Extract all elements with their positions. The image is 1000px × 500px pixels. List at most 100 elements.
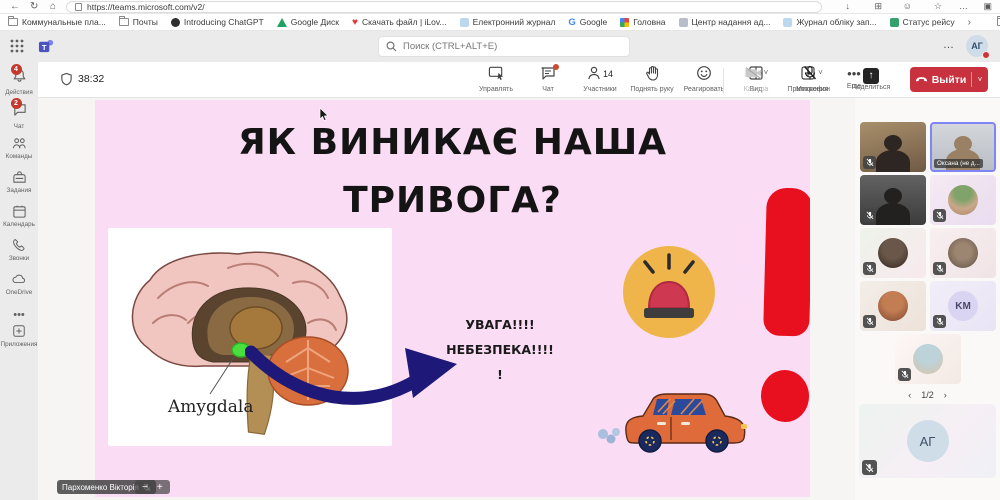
- download-icon[interactable]: ↓: [846, 0, 851, 13]
- sidebar-panel-icon[interactable]: ▣: [983, 0, 992, 13]
- mic-muted-icon: [862, 460, 877, 475]
- initials-avatar: АГ: [907, 420, 949, 462]
- bookmark-item[interactable]: Електронний журнал: [460, 17, 556, 27]
- camera-button[interactable]: ˅ Камера: [728, 65, 784, 93]
- bookmark-item[interactable]: GGoogle: [568, 17, 607, 27]
- sidebar-item-chat[interactable]: 2 Чат: [0, 102, 38, 130]
- bookmark-item[interactable]: Introducing ChatGPT: [171, 17, 264, 27]
- camera-chevron-icon[interactable]: ˅: [764, 68, 769, 77]
- slide-title: ЯК ВИНИКАЄ НАША ТРИВОГА?: [95, 114, 810, 230]
- mic-muted-icon: [863, 156, 876, 169]
- participant-avatar-tile[interactable]: KM: [930, 281, 996, 331]
- participant-avatar-tile[interactable]: [895, 334, 961, 384]
- search-container: [378, 36, 630, 57]
- participant-video-tile[interactable]: [860, 122, 926, 172]
- chat-bubble-icon: [540, 65, 556, 82]
- avatar: [948, 185, 978, 215]
- car-illustration: [595, 390, 755, 454]
- bookmark-item[interactable]: Журнал обліку зап...: [783, 17, 876, 27]
- meeting-timer: 38:32: [60, 72, 104, 86]
- bookmark-item[interactable]: ♥Скачать файл | iLov...: [352, 17, 447, 27]
- mic-chevron-icon[interactable]: ˅: [818, 68, 823, 77]
- sidebar-item-onedrive[interactable]: OneDrive: [0, 272, 38, 296]
- emblem-icon: [679, 18, 688, 27]
- zoom-controls: − +: [135, 480, 170, 494]
- sidebar-item-teams[interactable]: Команды: [0, 136, 38, 160]
- bookmark-item[interactable]: Google Диск: [277, 17, 339, 27]
- participant-video-tile-active-speaker[interactable]: Оксана (не д...: [930, 122, 996, 172]
- leave-button[interactable]: Выйти ˅: [910, 67, 988, 92]
- browser-toolbar: ← ↻ ⌂ https://teams.microsoft.com/v2/ ↓ …: [0, 0, 1000, 14]
- page-next-button[interactable]: ›: [944, 390, 947, 400]
- bookmarks-bar: Коммунальные пла... Почты Introducing Ch…: [0, 14, 1000, 31]
- sidebar-item-more[interactable]: •••: [0, 308, 38, 324]
- initials-avatar: KM: [948, 291, 978, 321]
- favorite-star-icon[interactable]: ☆: [934, 0, 942, 13]
- mic-muted-icon: [863, 315, 876, 328]
- participant-avatar-tile[interactable]: [930, 175, 996, 225]
- google-drive-icon: [277, 18, 287, 27]
- journal-icon: [460, 18, 469, 27]
- search-icon: [386, 41, 397, 52]
- sidebar-item-calendar[interactable]: Календарь: [0, 204, 38, 228]
- browser-home-icon[interactable]: ⌂: [50, 0, 56, 13]
- bookmark-item[interactable]: Статус рейсу: [890, 17, 955, 27]
- apps-plus-icon: [0, 324, 38, 340]
- zoom-in-button[interactable]: +: [157, 482, 163, 493]
- app-launcher-icon[interactable]: [10, 39, 24, 53]
- raise-hand-button[interactable]: Поднять руку: [626, 65, 678, 93]
- bookmark-item[interactable]: Почты: [119, 17, 158, 27]
- smiley-icon: [696, 65, 712, 82]
- avatar: [878, 291, 908, 321]
- flight-status-icon: [890, 18, 899, 27]
- browser-back-icon[interactable]: ←: [10, 0, 20, 13]
- more-icon: •••: [0, 308, 38, 324]
- sidebar-item-apps[interactable]: Приложения: [0, 324, 38, 348]
- bookmarks-overflow-icon[interactable]: ›: [968, 17, 971, 28]
- page-prev-button[interactable]: ‹: [908, 390, 911, 400]
- timer-value: 38:32: [78, 73, 104, 85]
- topbar-more-icon[interactable]: …: [943, 39, 954, 51]
- chatgpt-icon: [171, 18, 180, 27]
- avatar: [878, 238, 908, 268]
- sidebar-item-calls[interactable]: Звонки: [0, 238, 38, 262]
- heart-icon: ♥: [352, 18, 358, 27]
- profile-avatar[interactable]: АГ: [966, 35, 988, 57]
- presence-busy-dot: [982, 51, 990, 59]
- participant-video-tile[interactable]: [860, 175, 926, 225]
- self-video-tile[interactable]: АГ: [859, 404, 996, 478]
- url-text: https://teams.microsoft.com/v2/: [87, 2, 205, 12]
- leave-chevron-icon[interactable]: ˅: [972, 75, 988, 84]
- bookmark-item[interactable]: Головна: [620, 17, 665, 27]
- page-indicator: 1/2: [921, 390, 934, 400]
- teams-logo-icon: T: [38, 38, 55, 55]
- calendar-icon: [0, 204, 38, 220]
- mic-button[interactable]: ˅ Микрофон: [784, 65, 842, 93]
- feedback-icon[interactable]: ☺: [903, 0, 912, 13]
- camera-off-icon: [744, 65, 763, 82]
- sidebar-item-assignments[interactable]: Задания: [0, 170, 38, 194]
- participant-avatar-tile[interactable]: [930, 228, 996, 278]
- share-button[interactable]: ↑ Поделиться: [842, 65, 900, 91]
- sidebar-item-activity[interactable]: 4 Действия: [0, 68, 38, 96]
- split-screen-icon[interactable]: ⊞: [874, 0, 882, 13]
- search-input[interactable]: [378, 36, 630, 57]
- grid-icon: [620, 18, 629, 27]
- mic-muted-icon: [933, 209, 946, 222]
- svg-text:T: T: [42, 43, 47, 52]
- chat-button[interactable]: Чат: [522, 65, 574, 93]
- bookmark-item[interactable]: Центр надання ад...: [679, 17, 771, 27]
- raise-hand-icon: [645, 65, 660, 82]
- address-bar[interactable]: https://teams.microsoft.com/v2/: [66, 1, 822, 13]
- browser-menu-icon[interactable]: …: [959, 0, 968, 13]
- browser-refresh-icon[interactable]: ↻: [30, 0, 38, 13]
- manage-button[interactable]: Управлять: [470, 65, 522, 93]
- participant-avatar-tile[interactable]: [860, 281, 926, 331]
- participants-pagination: ‹ 1/2 ›: [855, 390, 1000, 400]
- google-icon: G: [568, 18, 575, 27]
- participants-button[interactable]: 14 Участники: [574, 65, 626, 93]
- warning-text: УВАГА!!!! НЕБЕЗПЕКА!!!! !: [425, 312, 575, 387]
- participant-avatar-tile[interactable]: [860, 228, 926, 278]
- zoom-out-button[interactable]: −: [142, 482, 148, 493]
- bookmark-item[interactable]: Коммунальные пла...: [8, 17, 106, 27]
